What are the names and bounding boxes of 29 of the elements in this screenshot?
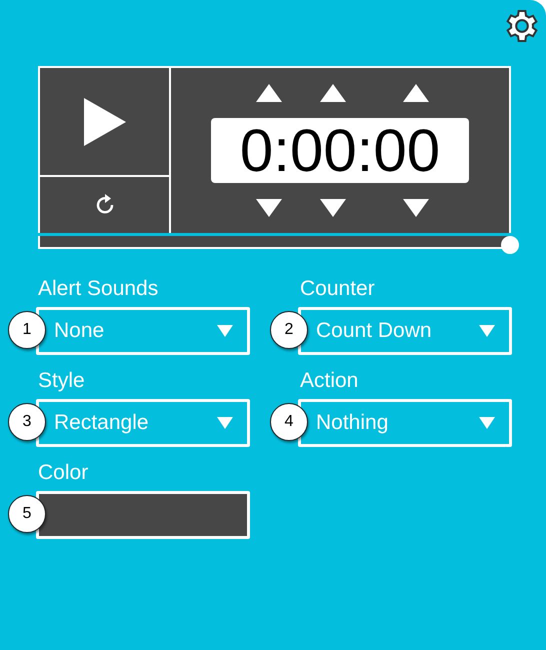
decrement-arrow-icon[interactable] — [403, 199, 429, 217]
caret-icon — [479, 417, 495, 429]
increment-arrow-icon[interactable] — [256, 84, 282, 102]
number-badge: 1 — [8, 311, 46, 349]
field-label: Counter — [299, 277, 376, 301]
field-label: Alert Sounds — [37, 277, 160, 301]
increment-arrow-icon[interactable] — [320, 84, 346, 102]
number-badge: 3 — [8, 403, 46, 441]
number-badge: 2 — [270, 311, 308, 349]
decrement-arrow-icon[interactable] — [256, 199, 282, 217]
decrement-arrow-icon[interactable] — [320, 199, 346, 217]
field-label: Style — [37, 369, 86, 393]
color-swatch[interactable] — [36, 491, 250, 539]
increment-arrow-icon[interactable] — [403, 84, 429, 102]
dropdown[interactable]: Rectangle — [36, 399, 250, 447]
dropdown[interactable]: None — [36, 307, 250, 355]
field-label: Color — [37, 461, 90, 485]
play-icon — [84, 98, 126, 146]
time-display: 0:00:00 — [211, 118, 469, 183]
number-badge: 4 — [270, 403, 308, 441]
dropdown[interactable]: Count Down — [298, 307, 512, 355]
dropdown[interactable]: Nothing — [298, 399, 512, 447]
caret-icon — [217, 325, 233, 337]
progress-slider[interactable] — [38, 236, 519, 254]
field-label: Action — [299, 369, 360, 393]
slider-thumb[interactable] — [501, 236, 519, 254]
caret-icon — [217, 417, 233, 429]
caret-icon — [479, 325, 495, 337]
number-badge: 5 — [8, 495, 46, 533]
